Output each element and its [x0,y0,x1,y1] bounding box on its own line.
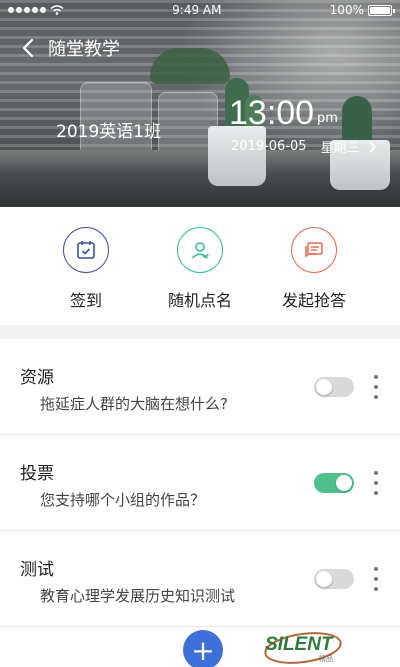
background-pot [208,126,266,186]
random-call-icon-circle [177,227,223,273]
battery-indicator: 100% [329,3,395,17]
list-item-resource[interactable]: 资源 拖延症人群的大脑在想什么? [0,339,400,435]
list-item-title: 投票 [20,464,54,484]
quiz-race-icon-circle [291,227,337,273]
list-item-title: 资源 [20,368,54,388]
chevron-right-icon [369,140,376,153]
status-bar: 9:49 AM 100% [0,0,400,20]
quiz-race-action[interactable]: 发起抢答 [264,207,364,325]
chevron-left-icon [22,38,34,58]
header-banner: 9:49 AM 100% 随堂教学 2019英语1班 13:00 pm 2019… [0,0,400,207]
date-text: 2019-06-05 [231,139,307,154]
list-item-vote[interactable]: 投票 您支持哪个小组的作品？ [0,435,400,531]
battery-icon [367,4,395,16]
section-divider [0,325,400,339]
activity-list: 资源 拖延症人群的大脑在想什么? 投票 您支持哪个小组的作品？ 测试 教育心理学… [0,339,400,627]
background-plant [150,48,230,84]
more-options-icon[interactable] [371,375,381,399]
vote-toggle[interactable] [314,473,354,493]
watermark-text: SILENT [265,634,334,655]
list-item-subtitle: 您支持哪个小组的作品？ [40,491,206,509]
nav-bar: 随堂教学 [14,34,120,62]
more-options-icon[interactable] [371,567,381,591]
wifi-icon [50,5,64,15]
message-icon [305,242,323,258]
random-call-label: 随机点名 [167,291,232,310]
watermark-subtext: 精品 [319,654,333,663]
test-toggle[interactable] [314,569,354,589]
list-item-subtitle: 拖延症人群的大脑在想什么? [40,395,228,413]
signal-indicator [8,5,64,15]
status-time: 9:49 AM [172,3,222,17]
battery-percent: 100% [329,3,364,17]
quiz-race-label: 发起抢答 [281,291,346,310]
date-selector[interactable]: 2019-06-05 星期三 [231,137,376,156]
add-button[interactable]: + [183,630,223,667]
checkin-label: 签到 [69,291,102,310]
checkin-action[interactable]: 签到 [36,207,136,325]
list-item-title: 测试 [20,560,54,580]
list-item-subtitle: 教育心理学发展历史知识测试 [40,587,236,605]
resource-toggle[interactable] [314,377,354,397]
watermark-logo: SILENT 精品 [264,632,342,664]
plus-icon: + [191,633,215,667]
quick-actions: 签到 随机点名 发起抢答 [0,207,400,325]
random-call-action[interactable]: 随机点名 [150,207,250,325]
clock-meridiem: pm [317,111,338,126]
clock-time: 13:00 [229,94,315,132]
class-name: 2019英语1班 [56,122,162,142]
user-icon [191,242,209,259]
more-options-icon[interactable] [371,471,381,495]
checkin-icon-circle [63,227,109,273]
signal-icon [8,7,46,13]
weekday-text: 星期三 [320,141,360,156]
calendar-check-icon [77,241,95,259]
page-title: 随堂教学 [48,39,120,60]
back-button[interactable] [14,34,42,62]
list-item-test[interactable]: 测试 教育心理学发展历史知识测试 [0,531,400,627]
